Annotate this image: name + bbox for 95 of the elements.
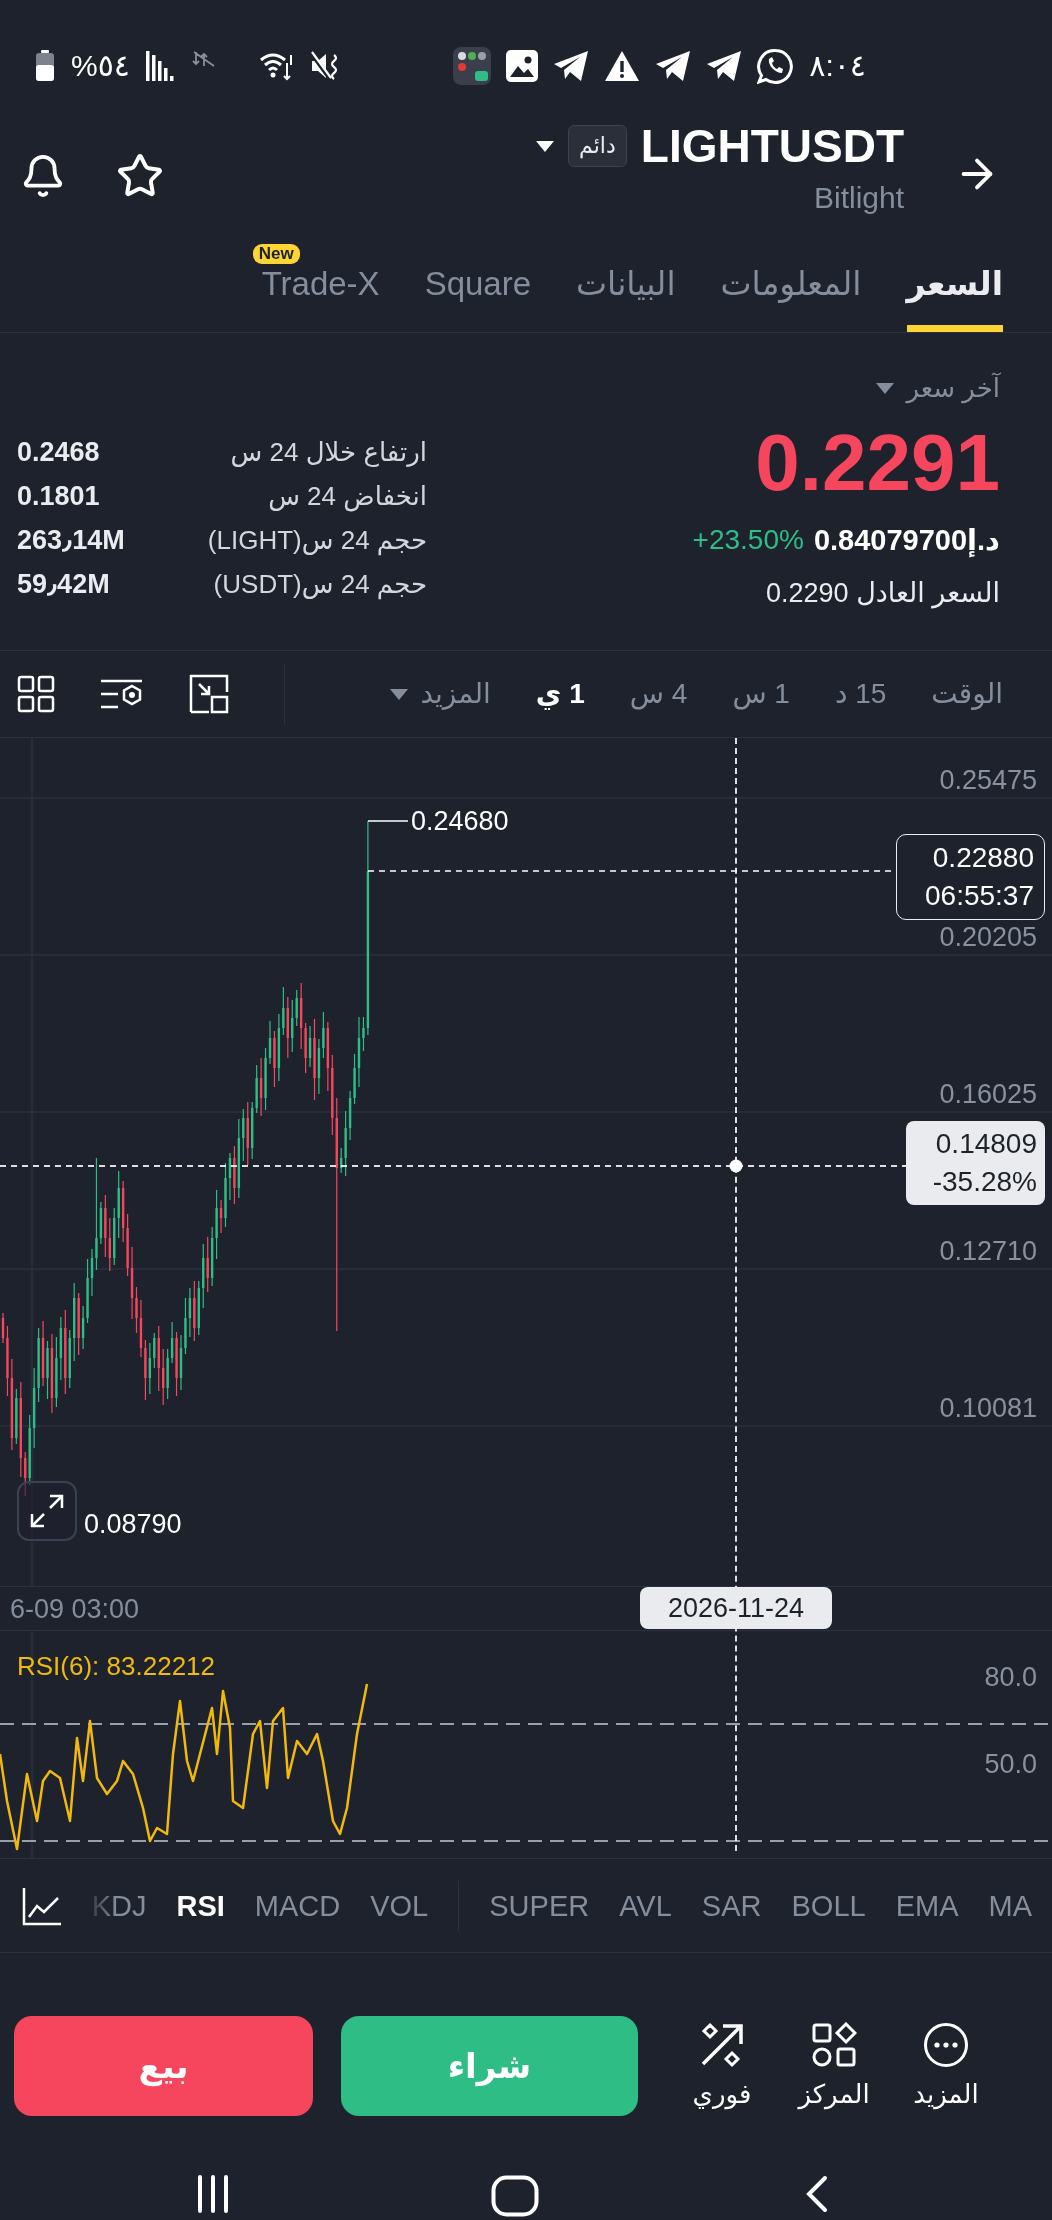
interval-tab[interactable]: 15 د [834, 676, 887, 712]
shortcut-label: المزيد [913, 2078, 979, 2110]
tab[interactable]: البيانات [576, 267, 676, 332]
fiat-price: د.إ0.84079700 [813, 523, 1000, 560]
tab[interactable]: Trade-X [261, 267, 380, 332]
indicator-tab[interactable]: VOL [370, 1887, 429, 1924]
indicator-tab[interactable]: AVL [619, 1887, 672, 1924]
last-price-value: 0.22880 [932, 841, 1034, 875]
stat-value: 0.1801 [17, 480, 100, 512]
back-icon [805, 2175, 829, 2213]
indicator-tab[interactable]: BOLL [791, 1887, 866, 1924]
interval-tab[interactable]: 1 س [732, 676, 790, 712]
more-dropdown[interactable]: المزيد [390, 676, 491, 712]
home-icon [491, 2175, 539, 2217]
shortcut-label: فوري [692, 2078, 752, 2110]
diagonal-arrow-icon [699, 2022, 745, 2068]
stat-value: 263٫14M [17, 524, 125, 556]
stat-label: ارتفاع خلال 24 س [230, 436, 427, 468]
interval-tab[interactable]: 1 ي [535, 676, 585, 712]
tab[interactable]: Square [424, 267, 532, 332]
fair-price: السعر العادل 0.2290 [766, 577, 1000, 611]
paper-plane-icon [655, 50, 692, 82]
battery-percent: %٥٤ [71, 49, 130, 83]
price-axis-label: 0.16025 [939, 1079, 1037, 1109]
price-axis-label: 0.25475 [939, 765, 1037, 795]
crosshair-price: 0.14809 [935, 1127, 1037, 1161]
leader-line [367, 820, 409, 822]
rsi-value: RSI(6): 83.22212 [17, 1651, 215, 1681]
caret-icon [390, 688, 409, 700]
buy-button[interactable]: شراء [341, 2016, 638, 2116]
indicator-tab[interactable]: EMA [895, 1887, 959, 1924]
indicator-tab[interactable]: MACD [254, 1887, 341, 1924]
symbol-title[interactable]: LIGHTUSDT [640, 118, 904, 174]
grid-icon [17, 675, 55, 713]
time-axis-label: 6-09 03:00 [10, 1593, 140, 1624]
wifi-icon [259, 51, 294, 81]
shortcut-label: المركز [798, 2078, 870, 2110]
countdown-time: 06:55:37 [925, 879, 1034, 913]
settings-icon [100, 677, 144, 711]
image-icon [506, 50, 539, 82]
crosshair-date-tag: 2026-11-24 [640, 1587, 832, 1629]
price-type-dropdown[interactable]: آخر سعر [876, 371, 1000, 405]
indicator-tab[interactable]: RSI [176, 1887, 225, 1924]
paper-plane-icon [706, 50, 743, 82]
paper-plane-icon [553, 50, 590, 82]
new-badge: New [252, 244, 300, 264]
recent-apps-button[interactable] [197, 2175, 229, 2213]
contract-type-badge: دائم [568, 125, 627, 167]
crosshair-change: -35.28% [932, 1165, 1037, 1199]
price-axis-label: 0.20205 [939, 922, 1037, 952]
stat-value: 59٫42M [17, 568, 110, 600]
more-icon [923, 2022, 969, 2068]
clock-time: ٨:٠٤ [809, 49, 866, 83]
last-price: 0.2291 [755, 420, 1000, 506]
low-price-label: 0.08790 [84, 1509, 182, 1539]
expand-button[interactable] [17, 1481, 77, 1541]
indicator-tab[interactable]: KDJ [91, 1887, 147, 1924]
price-axis-label: 0.10081 [939, 1393, 1037, 1423]
stat-label: حجم 24 س(USDT) [213, 568, 427, 600]
stat-value: 0.2468 [17, 436, 100, 468]
tab[interactable]: المعلومات [720, 267, 862, 332]
price-change: +23.50% [692, 523, 804, 557]
tab[interactable]: السعر [906, 267, 1003, 332]
shortcut-button[interactable]: المركز [784, 2022, 884, 2110]
home-button[interactable] [491, 2175, 539, 2217]
stat-label: انخفاض 24 س [268, 480, 427, 512]
stat-label: حجم 24 س(LIGHT) [207, 524, 427, 556]
app-folder-icon [453, 47, 492, 85]
caret-icon [536, 140, 555, 152]
indicator-tab[interactable]: SAR [701, 1887, 762, 1924]
signal-bars-icon [145, 51, 176, 81]
shapes-icon [811, 2022, 857, 2068]
line-chart-icon[interactable] [21, 1885, 62, 1926]
price-axis-label: 0.12710 [939, 1236, 1037, 1266]
interval-tab[interactable]: 4 س [629, 676, 688, 712]
indicator-tab[interactable]: SUPER [489, 1887, 590, 1924]
pair-name: Bitlight [813, 180, 904, 216]
interval-tab[interactable]: الوقت [931, 676, 1003, 712]
resize-icon [189, 674, 229, 714]
indicator-tab[interactable]: MA [988, 1887, 1032, 1924]
back-nav-button[interactable] [805, 2175, 829, 2213]
rsi-axis-label: 50.0 [984, 1749, 1037, 1779]
expand-icon [29, 1493, 65, 1529]
mobile-data-off-icon [191, 50, 216, 68]
crosshair-point-icon [729, 1159, 743, 1173]
shortcut-button[interactable]: المزيد [896, 2022, 996, 2110]
sell-button[interactable]: بيع [14, 2016, 313, 2116]
caret-icon [876, 382, 895, 394]
battery-icon [35, 50, 55, 82]
shortcut-button[interactable]: فوري [672, 2022, 772, 2110]
chat-phone-icon [757, 47, 795, 85]
recent-apps-icon [197, 2175, 229, 2213]
high-price-label: 0.24680 [411, 806, 509, 836]
warning-icon [604, 50, 641, 82]
rsi-axis-label: 80.0 [984, 1662, 1037, 1692]
